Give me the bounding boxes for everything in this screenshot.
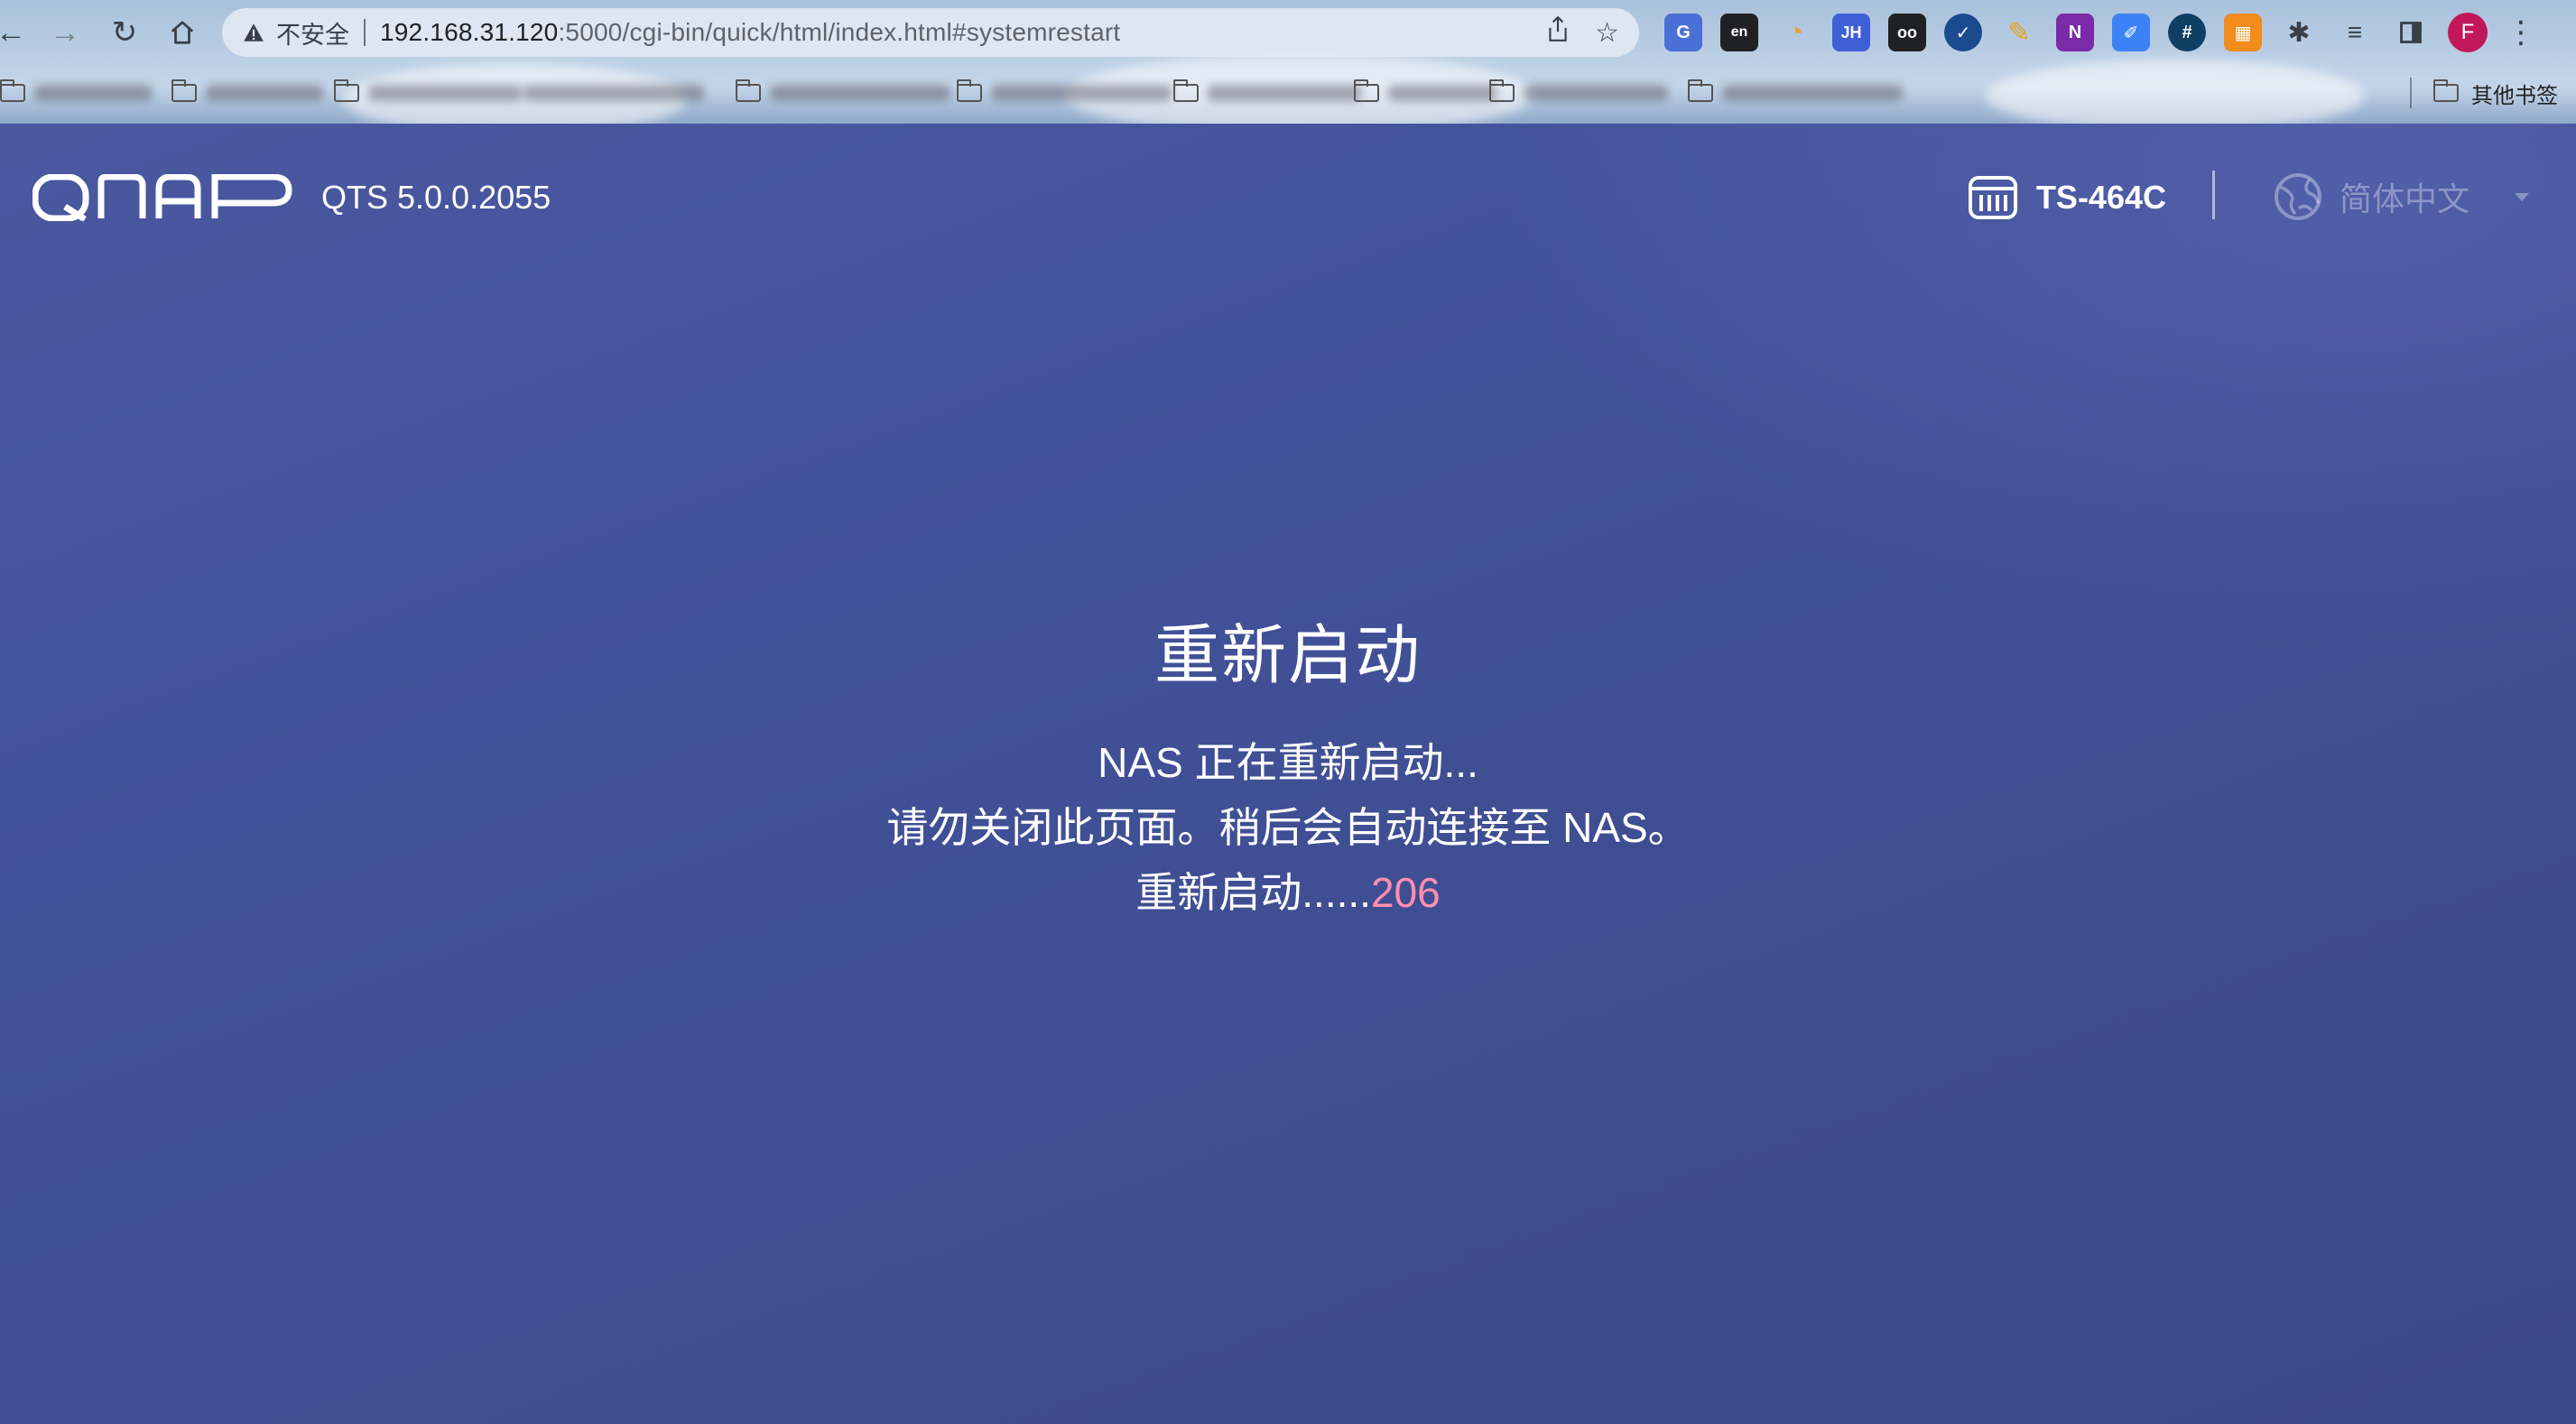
bookmark-item[interactable] — [1489, 70, 1668, 116]
redacted-bookmark-label — [1208, 85, 1361, 101]
redacted-bookmark-label — [524, 85, 704, 101]
back-arrow-icon[interactable]: ← — [0, 13, 31, 52]
bookmark-item[interactable] — [1173, 70, 1361, 116]
redacted-bookmark-label — [991, 85, 1172, 101]
redacted-bookmark-label — [1722, 85, 1903, 101]
bookmark-item[interactable] — [171, 70, 323, 116]
bookmark-item[interactable] — [0, 70, 152, 116]
redacted-bookmark-label — [368, 85, 522, 101]
reload-icon[interactable]: ↻ — [105, 13, 144, 52]
address-bar[interactable]: 不安全 192.168.31.120:5000/cgi-bin/quick/ht… — [222, 8, 1639, 57]
bookmarks-bar — [0, 70, 2576, 116]
other-bookmarks-label: 其他书签 — [2471, 83, 2558, 108]
model-name: TS-464C — [2035, 179, 2166, 216]
bookmark-star-icon[interactable]: ☆ — [1595, 17, 1619, 49]
warning-icon[interactable] — [240, 19, 267, 46]
note-ext-icon[interactable]: ✎ — [2000, 14, 2038, 51]
grid-ext-icon[interactable]: ▦ — [2224, 14, 2262, 51]
glasses-ext-icon[interactable]: oo — [1888, 14, 1926, 51]
address-bar-actions: ☆ — [1546, 8, 1619, 57]
folder-icon — [334, 79, 359, 102]
redacted-bookmark-label — [1388, 85, 1496, 101]
restart-message: NAS 正在重新启动... — [1098, 739, 1478, 786]
share-icon[interactable] — [1546, 15, 1570, 50]
header-divider — [2212, 171, 2215, 219]
nas-device-icon — [1968, 176, 2017, 219]
url-text[interactable]: 192.168.31.120:5000/cgi-bin/quick/html/i… — [380, 18, 1120, 47]
browser-chrome: ← → ↻ 不安全 192.168.31.120:5000/cgi-bin/qu… — [0, 0, 2576, 124]
media-queue-icon[interactable]: ≡ — [2336, 14, 2374, 51]
browser-menu-icon[interactable]: ⋮ — [2506, 14, 2536, 51]
qts-header: QTS 5.0.0.2055 TS-464C 简体中文 — [0, 124, 2576, 268]
jh-ext-icon[interactable]: JH — [1832, 14, 1870, 51]
profile-avatar[interactable]: F — [2448, 13, 2488, 52]
url-host: 192.168.31.120 — [380, 18, 559, 46]
other-bookmarks[interactable]: 其他书签 — [2410, 70, 2558, 116]
loading-ext-icon[interactable]: ◔ — [1776, 14, 1814, 51]
home-icon[interactable] — [162, 13, 202, 52]
folder-icon — [957, 79, 982, 102]
bookmark-item[interactable] — [957, 70, 1172, 116]
redacted-bookmark-label — [206, 85, 323, 101]
redacted-bookmark-label — [34, 85, 152, 101]
folder-icon — [736, 79, 761, 102]
language-selector[interactable]: 简体中文 — [2273, 171, 2529, 223]
url-path: :5000/cgi-bin/quick/html/index.html#syst… — [558, 18, 1121, 46]
nas-model: TS-464C — [1968, 172, 2166, 223]
qts-version: QTS 5.0.0.2055 — [321, 179, 551, 216]
browser-toolbar: ← → ↻ 不安全 192.168.31.120:5000/cgi-bin/qu… — [0, 0, 2576, 66]
bookmark-item[interactable] — [736, 70, 950, 116]
hash-ext-icon[interactable]: # — [2168, 14, 2206, 51]
bookmark-item[interactable] — [334, 70, 522, 116]
forward-arrow-icon[interactable]: → — [45, 13, 85, 52]
check-ext-icon[interactable]: ✓ — [1944, 14, 1982, 51]
qnap-logo — [32, 174, 292, 221]
language-label: 简体中文 — [2339, 180, 2469, 217]
redacted-bookmark-label — [770, 85, 950, 101]
chevron-down-icon — [2515, 192, 2529, 201]
pen-ext-icon[interactable]: ✐ — [2112, 14, 2150, 51]
restart-progress-label: 重新启动...... — [1135, 869, 1371, 916]
address-divider — [364, 19, 366, 46]
redacted-bookmark-label — [1524, 85, 1668, 101]
extensions-row: G en ◔ JH oo ✓ ✎ N ✐ # ▦ ✱ ≡ F ⋮ — [1664, 13, 2536, 52]
bookmark-item[interactable] — [524, 70, 704, 116]
bookmark-item[interactable] — [1688, 70, 1903, 116]
dict-ext-icon[interactable]: en — [1720, 14, 1758, 51]
folder-icon — [1688, 79, 1713, 102]
restart-progress: 重新启动......206 — [0, 860, 2576, 920]
side-panel-icon[interactable] — [2392, 14, 2430, 51]
restart-notice: 请勿关闭此页面。稍后会自动连接至 NAS。 — [886, 804, 1690, 851]
folder-icon — [2433, 79, 2459, 102]
folder-icon — [0, 79, 25, 102]
onenote-ext-icon[interactable]: N — [2056, 14, 2094, 51]
folder-icon — [171, 79, 197, 102]
google-translate-icon[interactable]: G — [1664, 14, 1702, 51]
restart-countdown: 206 — [1370, 869, 1441, 916]
folder-icon — [1354, 79, 1379, 102]
bookmarks-divider — [2410, 78, 2412, 108]
puzzle-extensions-icon[interactable]: ✱ — [2280, 14, 2318, 51]
bookmark-item[interactable] — [1354, 70, 1496, 116]
security-label[interactable]: 不安全 — [276, 15, 349, 51]
folder-icon — [1489, 79, 1515, 102]
globe-icon — [2274, 173, 2321, 220]
folder-icon — [1173, 79, 1199, 102]
restart-title: 重新启动 — [1154, 620, 1422, 692]
qnap-page: QTS 5.0.0.2055 TS-464C 简体中文 重新启动 NAS 正在重… — [0, 124, 2576, 1424]
